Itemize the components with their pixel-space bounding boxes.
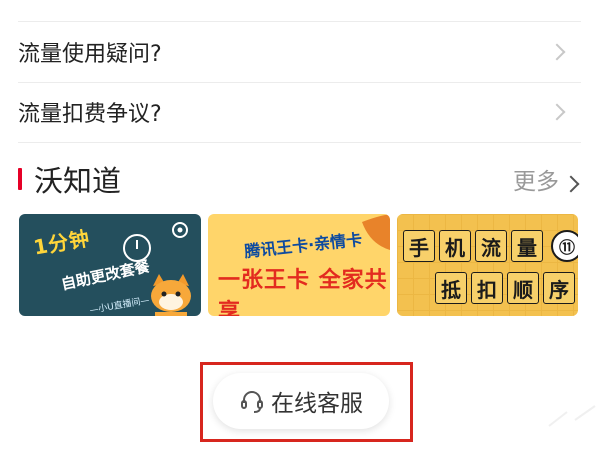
chevron-right-icon bbox=[548, 43, 566, 61]
section-header: 沃知道 更多 bbox=[18, 156, 581, 200]
more-link[interactable]: 更多 bbox=[513, 162, 581, 196]
article-card-change-plan[interactable]: 1分钟 自助更改套餐 —小U直播间— bbox=[19, 214, 201, 316]
faq-item-partial[interactable] bbox=[18, 0, 581, 22]
card-subtitle: 腾讯王卡·亲情卡 bbox=[243, 229, 363, 262]
article-card-data-order[interactable]: 手 机 流 量 ⑪ 抵 扣 顺 序 bbox=[397, 214, 578, 316]
article-card-king-card[interactable]: 腾讯王卡·亲情卡 一张王卡 全家共享 bbox=[208, 214, 390, 316]
faq-item-label: 流量使用疑问? bbox=[18, 42, 162, 67]
online-service-label: 在线客服 bbox=[271, 391, 363, 417]
card-title-row: 手 机 流 量 ⑪ bbox=[403, 230, 578, 262]
highlight-box: 在线客服 bbox=[200, 362, 413, 442]
title-char: 量 bbox=[511, 230, 543, 262]
title-char: 顺 bbox=[507, 272, 539, 304]
title-char: 扣 bbox=[471, 272, 503, 304]
card-title-row: 抵 扣 顺 序 bbox=[435, 272, 575, 304]
number-badge: ⑪ bbox=[551, 230, 578, 262]
card-title: 1分钟 bbox=[31, 222, 92, 260]
title-char: 手 bbox=[403, 230, 435, 262]
title-char: 序 bbox=[543, 272, 575, 304]
faq-item-usage-question[interactable]: 流量使用疑问? bbox=[18, 22, 581, 83]
chevron-right-icon bbox=[562, 175, 580, 193]
card-title: 一张王卡 全家共享 bbox=[218, 268, 388, 316]
card-note: —小U直播间— bbox=[88, 295, 151, 316]
cat-mascot-icon bbox=[151, 274, 191, 316]
unicom-logo-icon bbox=[172, 222, 188, 238]
card-subtitle: 自助更改套餐 bbox=[59, 257, 152, 294]
online-service-button[interactable]: 在线客服 bbox=[213, 373, 389, 429]
headset-icon bbox=[241, 391, 263, 413]
more-label: 更多 bbox=[513, 169, 559, 195]
chevron-right-icon bbox=[548, 103, 566, 121]
title-char: 抵 bbox=[435, 272, 467, 304]
decorative-lines bbox=[548, 405, 596, 427]
section-title: 沃知道 bbox=[34, 164, 122, 198]
title-char: 流 bbox=[475, 230, 507, 262]
faq-item-label: 流量扣费争议? bbox=[18, 102, 162, 127]
title-char: 机 bbox=[439, 230, 471, 262]
section-accent-bar bbox=[18, 168, 22, 190]
faq-item-billing-dispute[interactable]: 流量扣费争议? bbox=[18, 82, 581, 143]
card-title-highlight: 1分钟 bbox=[31, 226, 92, 260]
